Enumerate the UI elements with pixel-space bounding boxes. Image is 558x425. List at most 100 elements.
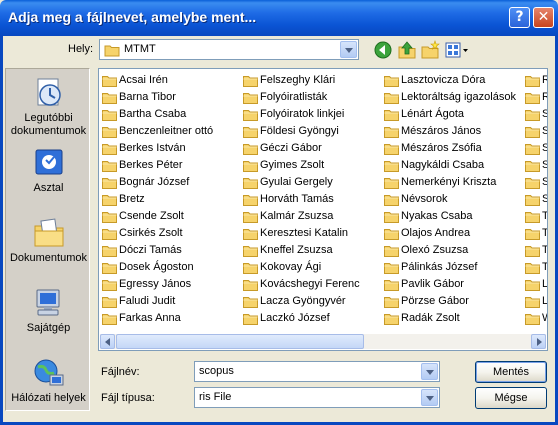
folder-icon	[102, 161, 117, 172]
folder-item[interactable]: Felszeghy Klári	[242, 72, 380, 89]
folder-item[interactable]: Kovácshegyi Ferenc	[242, 276, 380, 293]
folder-item[interactable]: T	[524, 242, 547, 259]
folder-item[interactable]: Faludi Judit	[101, 293, 239, 310]
folder-item[interactable]: Kalmár Zsuzsa	[242, 208, 380, 225]
folder-item[interactable]: Laczkó József	[242, 310, 380, 327]
folder-item[interactable]: Lektoráltság igazolások	[383, 89, 521, 106]
folder-item[interactable]: Csende Zsolt	[101, 208, 239, 225]
folder-item[interactable]: Lénárt Ágota	[383, 106, 521, 123]
scroll-thumb[interactable]	[116, 334, 364, 349]
help-button[interactable]: ?	[509, 7, 530, 28]
folder-item[interactable]: Géczi Gábor	[242, 140, 380, 157]
folder-icon	[243, 246, 258, 257]
close-button[interactable]: ✕	[533, 7, 554, 28]
file-list[interactable]: Acsai Irén Barna Tibor Bartha Csaba Benczen…	[98, 68, 548, 351]
folder-icon	[384, 297, 399, 308]
place-my-computer[interactable]: Sajátgép	[6, 287, 91, 335]
folder-item[interactable]: Mészáros Zsófia	[383, 140, 521, 157]
views-menu-icon[interactable]	[444, 40, 470, 60]
folder-item[interactable]: Kokovay Ági	[242, 259, 380, 276]
folder-item[interactable]: Bognár József	[101, 174, 239, 191]
folder-item[interactable]: Olexó Zsuzsa	[383, 242, 521, 259]
chevron-down-icon[interactable]	[340, 41, 357, 58]
save-button[interactable]: Mentés	[475, 361, 547, 383]
up-folder-icon[interactable]	[397, 40, 417, 60]
folder-item[interactable]: W	[524, 310, 547, 327]
folder-item[interactable]: Horváth Tamás	[242, 191, 380, 208]
folder-item[interactable]: T	[524, 208, 547, 225]
folder-item[interactable]: S	[524, 191, 547, 208]
place-network[interactable]: Hálózati helyek	[6, 357, 91, 405]
folder-item[interactable]: Névsorok	[383, 191, 521, 208]
folder-item[interactable]: Mészáros János	[383, 123, 521, 140]
folder-item[interactable]: Pavlik Gábor	[383, 276, 521, 293]
folder-item[interactable]: Keresztesi Katalin	[242, 225, 380, 242]
folder-item[interactable]: Pörzse Gábor	[383, 293, 521, 310]
folder-name: S	[542, 159, 547, 171]
folder-item[interactable]: Acsai Irén	[101, 72, 239, 89]
folder-item[interactable]: Benczenleitner ottó	[101, 123, 239, 140]
folder-item[interactable]: Radák Zsolt	[383, 310, 521, 327]
folder-item[interactable]: Dóczi Tamás	[101, 242, 239, 259]
folder-item[interactable]: Gyulai Gergely	[242, 174, 380, 191]
folder-name: Berkes István	[119, 142, 186, 154]
folder-name: Farkas Anna	[119, 312, 181, 324]
scroll-right-button[interactable]	[531, 334, 546, 349]
folder-item[interactable]: Csirkés Zsolt	[101, 225, 239, 242]
folder-item[interactable]: Bretz	[101, 191, 239, 208]
folder-item[interactable]: S	[524, 106, 547, 123]
folder-name: T	[542, 227, 547, 239]
filetype-select[interactable]: ris File	[194, 387, 440, 408]
cancel-button[interactable]: Mégse	[475, 387, 547, 409]
folder-item[interactable]: L	[524, 293, 547, 310]
folder-item[interactable]: S	[524, 157, 547, 174]
folder-item[interactable]: Bartha Csaba	[101, 106, 239, 123]
folder-item[interactable]: R	[524, 72, 547, 89]
folder-item[interactable]: Berkes István	[101, 140, 239, 157]
place-recent-documents[interactable]: Legutóbbi dokumentumok	[6, 77, 91, 138]
folder-item[interactable]: Nagykáldi Csaba	[383, 157, 521, 174]
folder-item[interactable]: Nyakas Csaba	[383, 208, 521, 225]
folder-item[interactable]: T	[524, 259, 547, 276]
new-folder-icon[interactable]	[420, 40, 440, 60]
folder-item[interactable]: Lasztovicza Dóra	[383, 72, 521, 89]
place-my-documents[interactable]: Dokumentumok	[6, 217, 91, 265]
folder-item[interactable]: Barna Tibor	[101, 89, 239, 106]
folder-item[interactable]: Kneffel Zsuzsa	[242, 242, 380, 259]
folder-item[interactable]: Dosek Ágoston	[101, 259, 239, 276]
folder-item[interactable]: S	[524, 140, 547, 157]
lookin-dropdown[interactable]: MTMT	[99, 39, 359, 60]
folder-icon	[384, 212, 399, 223]
folder-item[interactable]: Olajos Andrea	[383, 225, 521, 242]
back-icon[interactable]	[373, 40, 393, 60]
folder-item[interactable]: Folyóiratlisták	[242, 89, 380, 106]
folder-item[interactable]: Lacza Gyöngyvér	[242, 293, 380, 310]
folder-item[interactable]: Nemerkényi Krisztа	[383, 174, 521, 191]
chevron-down-icon[interactable]	[421, 389, 438, 406]
title-bar[interactable]: Adja meg a fájlnevet, amelybe ment... ? …	[0, 0, 558, 36]
filename-input[interactable]: scopus	[194, 361, 440, 382]
folder-icon	[525, 110, 540, 121]
folder-name: T	[542, 210, 547, 222]
folder-name: Nemerkényi Krisztа	[401, 176, 497, 188]
folder-item[interactable]: R	[524, 89, 547, 106]
folder-name: Kokovay Ági	[260, 261, 322, 273]
folder-item[interactable]: S	[524, 123, 547, 140]
folder-item[interactable]: Berkes Péter	[101, 157, 239, 174]
folder-name: Mészáros Zsófia	[401, 142, 482, 154]
folder-item[interactable]: L	[524, 276, 547, 293]
horizontal-scrollbar[interactable]	[100, 334, 546, 349]
folder-name: Bognár József	[119, 176, 190, 188]
folder-item[interactable]: S	[524, 174, 547, 191]
place-desktop[interactable]: Asztal	[6, 147, 91, 195]
folder-item[interactable]: Egressy János	[101, 276, 239, 293]
folder-item[interactable]: Folyóiratok linkjei	[242, 106, 380, 123]
folder-name: Olexó Zsuzsa	[401, 244, 469, 256]
scroll-left-button[interactable]	[100, 334, 115, 349]
folder-item[interactable]: Földesi Gyöngyi	[242, 123, 380, 140]
folder-item[interactable]: T	[524, 225, 547, 242]
folder-item[interactable]: Pálinkás József	[383, 259, 521, 276]
folder-item[interactable]: Farkas Anna	[101, 310, 239, 327]
chevron-down-icon[interactable]	[421, 363, 438, 380]
folder-item[interactable]: Gyimes Zsolt	[242, 157, 380, 174]
